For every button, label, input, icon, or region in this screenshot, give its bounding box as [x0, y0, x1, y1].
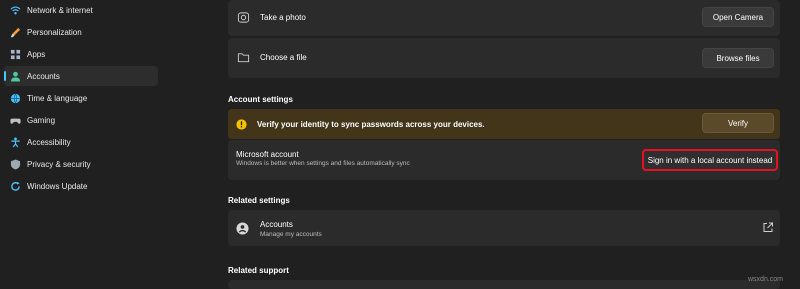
microsoft-account-subtitle: Windows is better when settings and file…	[236, 160, 410, 167]
related-support-card[interactable]	[228, 280, 780, 289]
sidebar-item-time-language[interactable]: Time & language	[4, 88, 158, 108]
camera-icon	[236, 10, 250, 24]
verify-message: Verify your identity to sync passwords a…	[257, 120, 485, 129]
apps-icon	[9, 48, 21, 60]
sidebar-item-label: Accessibility	[27, 137, 71, 147]
update-icon	[9, 180, 21, 192]
account-settings-header: Account settings	[228, 95, 293, 104]
sidebar-item-personalization[interactable]: Personalization	[4, 22, 158, 42]
sidebar-item-network[interactable]: Network & internet	[4, 0, 158, 20]
sidebar-item-accounts[interactable]: Accounts	[4, 66, 158, 86]
sidebar-item-label: Accounts	[27, 71, 60, 81]
sidebar-item-label: Network & internet	[27, 5, 93, 15]
main-content: Take a photo Open Camera Choose a file B…	[160, 0, 800, 289]
verify-banner: Verify your identity to sync passwords a…	[228, 109, 780, 139]
choose-file-title: Choose a file	[260, 53, 307, 62]
sign-in-local-account-button[interactable]: Sign in with a local account instead	[642, 149, 778, 171]
take-photo-title: Take a photo	[260, 13, 306, 22]
sidebar-item-apps[interactable]: Apps	[4, 44, 158, 64]
related-support-header: Related support	[228, 266, 289, 275]
sidebar-item-gaming[interactable]: Gaming	[4, 110, 158, 130]
shield-icon	[9, 158, 21, 170]
sidebar-item-label: Apps	[27, 49, 46, 59]
settings-sidebar: Network & internet Personalization Apps …	[0, 0, 160, 289]
warning-icon	[234, 117, 248, 131]
microsoft-account-title: Microsoft account	[236, 150, 299, 159]
sidebar-item-label: Personalization	[27, 27, 82, 37]
watermark: wsxdn.com	[748, 276, 784, 283]
related-settings-header: Related settings	[228, 196, 290, 205]
wifi-icon	[9, 4, 21, 16]
sidebar-item-windows-update[interactable]: Windows Update	[4, 176, 158, 196]
sidebar-item-label: Privacy & security	[27, 159, 91, 169]
brush-icon	[9, 26, 21, 38]
sidebar-item-label: Gaming	[27, 115, 56, 125]
person-circle-icon	[235, 221, 249, 235]
globe-clock-icon	[9, 92, 21, 104]
browse-files-button[interactable]: Browse files	[702, 48, 774, 68]
related-accounts-title: Accounts	[260, 220, 293, 229]
sidebar-item-label: Time & language	[27, 93, 88, 103]
sidebar-item-privacy[interactable]: Privacy & security	[4, 154, 158, 174]
active-indicator	[4, 71, 6, 81]
take-photo-card: Take a photo Open Camera	[228, 0, 780, 36]
related-accounts-card[interactable]: Accounts Manage my accounts	[228, 210, 780, 246]
accessibility-icon	[9, 136, 21, 148]
sidebar-item-label: Windows Update	[27, 181, 88, 191]
verify-button[interactable]: Verify	[702, 113, 774, 133]
sidebar-item-accessibility[interactable]: Accessibility	[4, 132, 158, 152]
open-camera-button[interactable]: Open Camera	[702, 7, 774, 27]
folder-icon	[236, 50, 250, 64]
controller-icon	[9, 114, 21, 126]
external-link-icon[interactable]	[762, 221, 774, 233]
choose-file-card: Choose a file Browse files	[228, 38, 780, 78]
related-accounts-subtitle: Manage my accounts	[260, 231, 322, 238]
microsoft-account-card: Microsoft account Windows is better when…	[228, 140, 780, 180]
person-icon	[9, 70, 21, 82]
